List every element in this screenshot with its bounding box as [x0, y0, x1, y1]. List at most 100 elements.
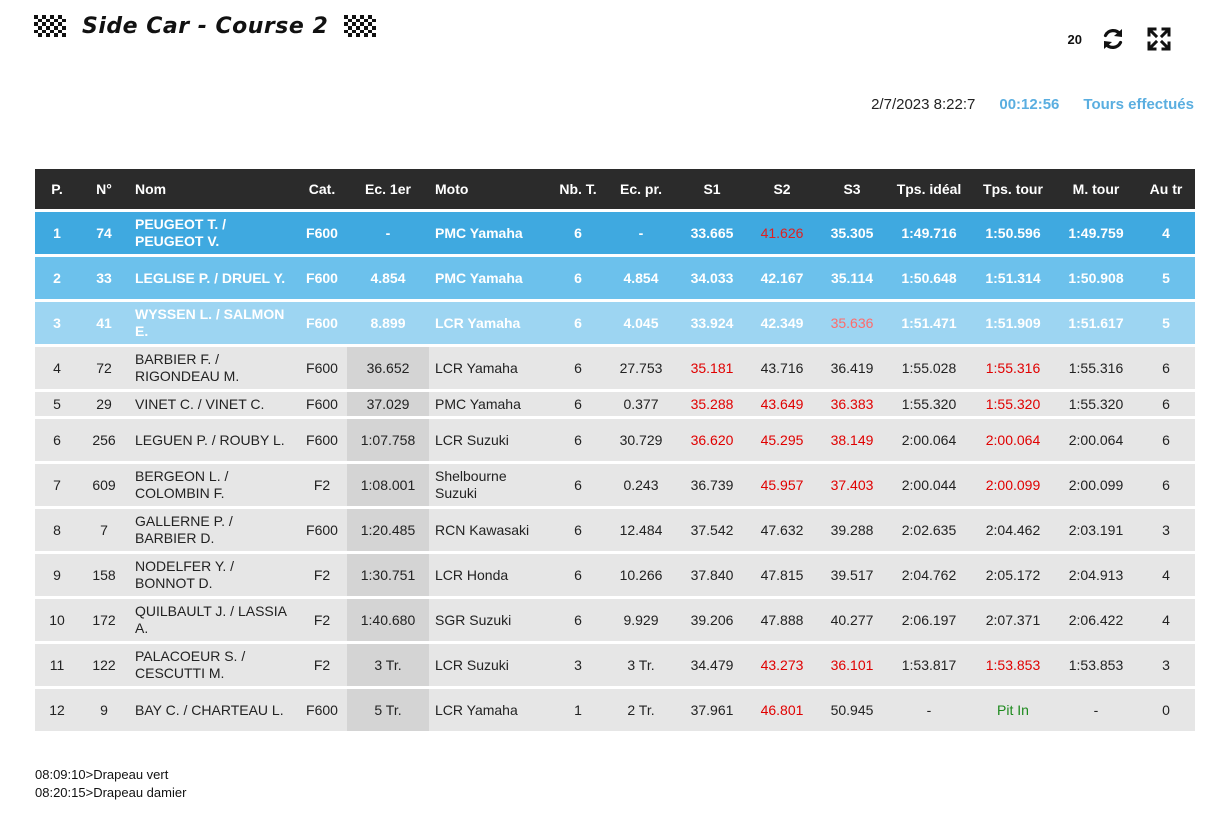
cell-s3: 35.305	[830, 224, 874, 241]
table-row: 9 158 NODELFER Y. / BONNOT D. F2 1:30.751 LCR…	[35, 554, 1195, 596]
cell-moto: PMC Yamaha	[435, 395, 521, 412]
table-row: 4 72 BARBIER F. / RIGONDEAU M. F600 36.652 LC…	[35, 347, 1195, 389]
cell-moto: LCR Yamaha	[435, 701, 518, 718]
cell-p: 2	[53, 269, 61, 286]
cell-cat: F2	[313, 656, 331, 673]
cell-nom: PALACOEUR S. / CESCUTTI M.	[135, 648, 246, 681]
cell-mtour: 1:51.617	[1068, 314, 1124, 331]
cell-s3: 36.101	[830, 656, 874, 673]
cell-s1: 33.665	[690, 224, 734, 241]
cell-s2: 45.295	[760, 431, 804, 448]
cell-nom: LEGLISE P. / DRUEL Y.	[135, 269, 286, 286]
cell-s1: 37.542	[690, 521, 734, 538]
cell-tour: 2:04.462	[985, 521, 1041, 538]
cell-s1: 37.840	[690, 566, 734, 583]
table-row: 5 29 VINET C. / VINET C. F600 37.029 PMC Yama…	[35, 392, 1195, 416]
cell-s3: 40.277	[830, 611, 874, 628]
cell-p: 12	[49, 701, 65, 718]
table-row: 1 74 PEUGEOT T. / PEUGEOT V. F600 - PMC Yamah…	[35, 212, 1195, 254]
cell-autr: 6	[1162, 395, 1170, 412]
column-header: S3	[843, 180, 861, 197]
column-header: Au tr	[1149, 180, 1183, 197]
cell-p: 8	[53, 521, 61, 538]
cell-tour: 1:50.596	[985, 224, 1041, 241]
cell-ideal: 1:50.648	[901, 269, 957, 286]
cell-ecpr: 0.377	[623, 395, 659, 412]
cell-cat: F600	[306, 521, 338, 538]
table-row: 7 609 BERGEON L. / COLOMBIN F. F2 1:08.001 Sh…	[35, 464, 1195, 506]
cell-s1: 35.288	[690, 395, 734, 412]
cell-num: 9	[100, 701, 108, 718]
table-row: 3 41 WYSSEN L. / SALMON E. F600 8.899 LCR Yam…	[35, 302, 1195, 344]
cell-s3: 35.114	[830, 269, 874, 286]
cell-p: 3	[53, 314, 61, 331]
cell-moto: SGR Suzuki	[435, 611, 512, 628]
cell-num: 256	[92, 431, 116, 448]
column-header: Tps. tour	[983, 180, 1043, 197]
cell-s1: 34.033	[690, 269, 734, 286]
cell-cat: F2	[313, 476, 331, 493]
cell-autr: 4	[1162, 611, 1170, 628]
cell-mtour: 1:55.320	[1068, 395, 1124, 412]
cell-moto: LCR Suzuki	[435, 431, 509, 448]
cell-num: 29	[96, 395, 112, 412]
cell-nom: NODELFER Y. / BONNOT D.	[135, 558, 235, 591]
elapsed-time: 00:12:56	[999, 96, 1060, 113]
column-header: M. tour	[1072, 180, 1120, 197]
cell-autr: 6	[1162, 359, 1170, 376]
cell-s2: 43.649	[760, 395, 804, 412]
cell-nbt: 6	[574, 611, 582, 628]
cell-s1: 35.181	[690, 359, 734, 376]
cell-num: 7	[100, 521, 108, 538]
page-header: Side Car - Course 2	[34, 8, 377, 44]
table-body: 1 74 PEUGEOT T. / PEUGEOT V. F600- PMC Yamah…	[35, 212, 1195, 731]
cell-ecpr: 30.729	[619, 431, 663, 448]
cell-s2: 47.888	[760, 611, 804, 628]
cell-cat: F600	[306, 701, 338, 718]
refresh-icon[interactable]	[1098, 24, 1128, 54]
cell-p: 10	[49, 611, 65, 628]
table-row: 11 122 PALACOEUR S. / CESCUTTI M. F2 3 Tr. LC…	[35, 644, 1195, 686]
current-datetime: 2/7/2023 8:22:7	[871, 96, 976, 113]
cell-ecpr: 3 Tr.	[627, 656, 655, 673]
cell-ideal: 1:55.320	[901, 395, 957, 412]
cell-ideal: 1:55.028	[901, 359, 957, 376]
cell-mtour: 2:00.064	[1068, 431, 1124, 448]
page-title: Side Car - Course 2	[82, 13, 329, 39]
cell-ec1: -	[385, 224, 391, 241]
cell-autr: 0	[1162, 701, 1170, 718]
column-header: Ec. pr.	[619, 180, 663, 197]
cell-s2: 42.349	[760, 314, 804, 331]
cell-s1: 36.739	[690, 476, 734, 493]
column-header: N°	[96, 180, 112, 197]
cell-ec1: 37.029	[347, 392, 429, 416]
cell-ecpr: 4.045	[623, 314, 659, 331]
cell-s3: 38.149	[830, 431, 874, 448]
cell-ec1: 1:07.758	[347, 419, 429, 461]
cell-mtour: 1:55.316	[1068, 359, 1124, 376]
cell-cat: F600	[306, 224, 338, 241]
fullscreen-icon[interactable]	[1144, 24, 1174, 54]
tours-link[interactable]: Tours effectués	[1083, 96, 1194, 113]
cell-mtour: 2:04.913	[1068, 566, 1124, 583]
cell-ec1: 1:20.485	[347, 509, 429, 551]
cell-cat: F600	[306, 359, 338, 376]
cell-autr: 5	[1162, 269, 1170, 286]
cell-moto: Shelbourne Suzuki	[435, 468, 507, 501]
column-header: Moto	[435, 180, 469, 197]
event-log: 08:09:10>Drapeau vert 08:20:15>Drapeau d…	[35, 766, 186, 802]
column-header: Cat.	[308, 180, 336, 197]
cell-tour: 2:07.371	[985, 611, 1041, 628]
cell-cat: F600	[306, 395, 338, 412]
checkered-flag-icon	[344, 15, 377, 37]
cell-num: 609	[92, 476, 116, 493]
cell-ideal: 2:00.064	[901, 431, 957, 448]
cell-nbt: 6	[574, 359, 582, 376]
cell-ecpr: 12.484	[619, 521, 663, 538]
cell-tour: 1:55.320	[985, 395, 1041, 412]
cell-num: 41	[96, 314, 112, 331]
cell-autr: 4	[1162, 224, 1170, 241]
cell-ec1: 8.899	[370, 314, 406, 331]
cell-mtour: 1:49.759	[1068, 224, 1124, 241]
cell-num: 33	[96, 269, 112, 286]
